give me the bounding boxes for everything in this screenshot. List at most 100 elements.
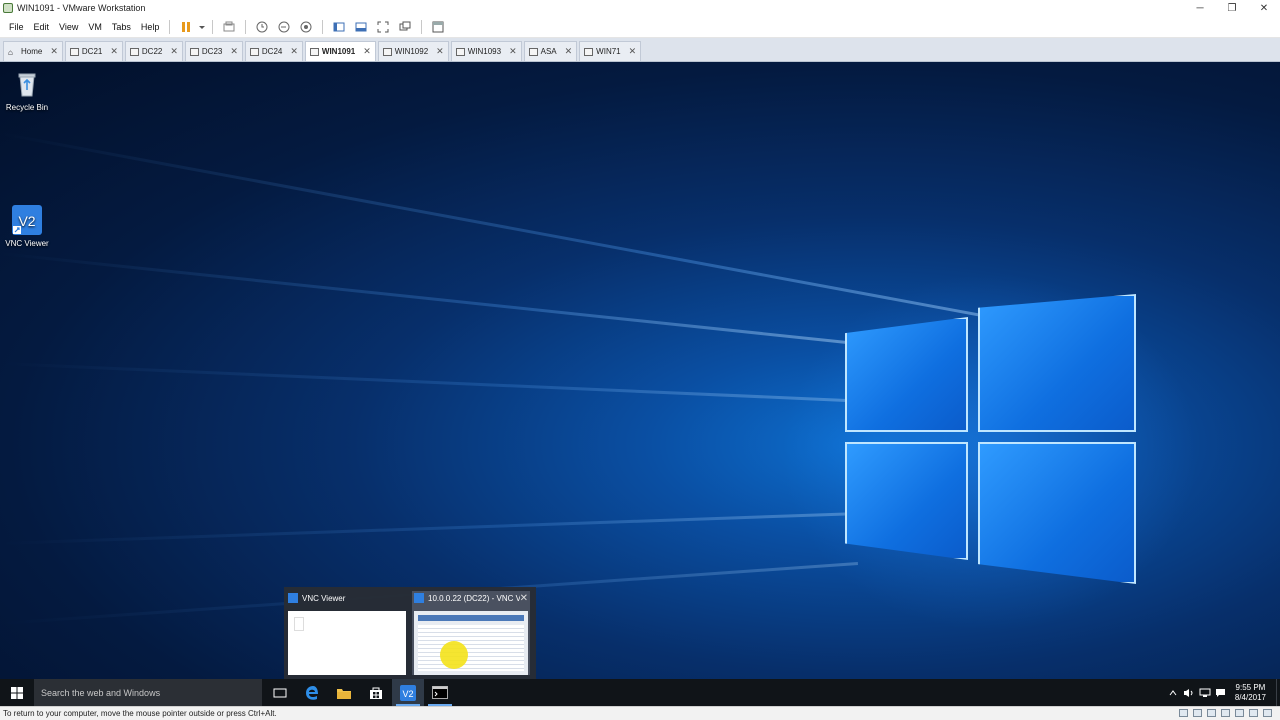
menu-view[interactable]: View [54,22,83,32]
full-screen-button[interactable] [372,18,394,36]
close-button[interactable]: ✕ [1248,0,1280,16]
usb-device-icon[interactable] [1221,709,1230,717]
revert-snapshot-button[interactable] [273,18,295,36]
network-adapter-icon[interactable] [1207,709,1216,717]
close-tab-icon[interactable]: ✕ [170,46,178,57]
tab-asa[interactable]: ASA ✕ [523,41,578,61]
menu-help[interactable]: Help [136,22,165,32]
tab-home[interactable]: ⌂ Home ✕ [3,41,63,61]
minimize-button[interactable]: ─ [1184,0,1216,16]
start-button[interactable] [0,679,34,706]
close-icon[interactable]: ✕ [520,593,528,604]
tab-win71[interactable]: WIN71 ✕ [579,41,642,61]
edge-browser-icon [306,685,318,700]
chevron-up-icon [1169,689,1177,695]
snapshot-button[interactable] [251,18,273,36]
taskbar-command-prompt[interactable] [424,679,456,706]
close-tab-icon[interactable]: ✕ [629,46,637,57]
close-tab-icon[interactable]: ✕ [436,46,444,57]
close-tab-icon[interactable]: ✕ [565,46,573,57]
show-hidden-icons-button[interactable] [1165,679,1181,706]
tab-label: Home [21,47,43,56]
action-center-button[interactable] [1213,679,1229,706]
status-message: To return to your computer, move the mou… [3,709,277,718]
close-tab-icon[interactable]: ✕ [509,46,517,57]
thumbnail-bar-button[interactable] [350,18,372,36]
taskbar-vnc-viewer[interactable]: V2 [392,679,424,706]
clock-date: 8/4/2017 [1234,692,1266,702]
desktop-icon-vnc-viewer[interactable]: V2 VNC Viewer [0,204,54,248]
menu-file[interactable]: File [4,22,29,32]
taskbar-thumbnail-preview: VNC Viewer 10.0.0.22 (DC22) - VNC Vi... … [284,587,536,679]
thumbnail-dc22-vnc[interactable]: 10.0.0.22 (DC22) - VNC Vi... ✕ [412,591,530,675]
snapshot-manager-button[interactable] [295,18,317,36]
windows-logo-pane [845,442,968,560]
wallpaper-light-beam [0,362,850,403]
console-view-icon [432,21,444,32]
close-tab-icon[interactable]: ✕ [363,46,371,57]
vm-icon [584,47,594,56]
network-button[interactable] [1197,679,1213,706]
system-tray: 9:55 PM 8/4/2017 [1165,679,1280,706]
tab-dc22[interactable]: DC22 ✕ [124,41,183,61]
message-log-icon[interactable] [1263,709,1272,717]
hard-disk-icon[interactable] [1179,709,1188,717]
tab-win1091[interactable]: WIN1091 ✕ [304,41,376,61]
taskbar-file-explorer[interactable] [328,679,360,706]
thumbnail-content [418,615,524,621]
show-library-button[interactable] [328,18,350,36]
vnc-viewer-icon: V2 [400,684,416,701]
task-view-button[interactable] [264,679,296,706]
close-tab-icon[interactable]: ✕ [110,46,118,57]
tab-label: WIN1091 [321,47,356,56]
close-tab-icon[interactable]: ✕ [290,46,298,57]
unity-button[interactable] [394,18,416,36]
unity-icon [399,21,411,30]
svg-text:V2: V2 [18,213,35,229]
guest-desktop[interactable]: Recycle Bin V2 VNC Viewer VNC Viewer 10.… [0,62,1280,679]
tab-win1092[interactable]: WIN1092 ✕ [377,41,449,61]
tab-dc24[interactable]: DC24 ✕ [244,41,303,61]
tab-dc23[interactable]: DC23 ✕ [184,41,243,61]
restore-button[interactable]: ❐ [1216,0,1248,16]
title-bar: WIN1091 - VMware Workstation ─ ❐ ✕ [0,0,1280,16]
close-tab-icon[interactable]: ✕ [50,46,58,57]
close-tab-icon[interactable]: ✕ [230,46,238,57]
library-icon [333,22,345,31]
tab-dc21[interactable]: DC21 ✕ [64,41,123,61]
desktop-icon-recycle-bin[interactable]: Recycle Bin [0,68,54,112]
suspend-button[interactable] [175,18,197,36]
recycle-bin-icon [18,73,36,97]
desktop-icon-label: VNC Viewer [5,239,49,248]
folder-icon [337,688,351,699]
cd-dvd-icon[interactable] [1193,709,1202,717]
send-ctrl-alt-del-button[interactable] [218,18,240,36]
power-dropdown-button[interactable] [197,18,207,36]
vm-icon [69,47,79,56]
sound-card-icon[interactable] [1235,709,1244,717]
taskbar-edge[interactable] [296,679,328,706]
vm-icon [455,47,465,56]
thumbnail-content [294,617,304,631]
show-desktop-button[interactable] [1276,679,1280,706]
menu-tabs[interactable]: Tabs [107,22,136,32]
menu-bar: File Edit View VM Tabs Help [0,16,1280,38]
taskbar-search-box[interactable]: Search the web and Windows [34,679,262,706]
volume-button[interactable] [1181,679,1197,706]
task-view-icon [273,688,287,697]
thumbnail-vnc-viewer[interactable]: VNC Viewer [288,591,406,675]
display-icon[interactable] [1249,709,1258,717]
vm-icon [129,47,139,56]
store-icon [370,687,382,699]
menu-vm[interactable]: VM [83,22,107,32]
menu-edit[interactable]: Edit [29,22,55,32]
home-icon: ⌂ [8,47,13,57]
windows-logo-pane [845,317,968,432]
tab-win1093[interactable]: WIN1093 ✕ [450,41,522,61]
thumbnail-content [418,625,524,671]
taskbar-clock[interactable]: 9:55 PM 8/4/2017 [1229,683,1276,703]
console-view-button[interactable] [427,18,449,36]
device-status-icons [1179,709,1272,717]
desktop-icon-label: Recycle Bin [5,103,49,112]
taskbar-store[interactable] [360,679,392,706]
